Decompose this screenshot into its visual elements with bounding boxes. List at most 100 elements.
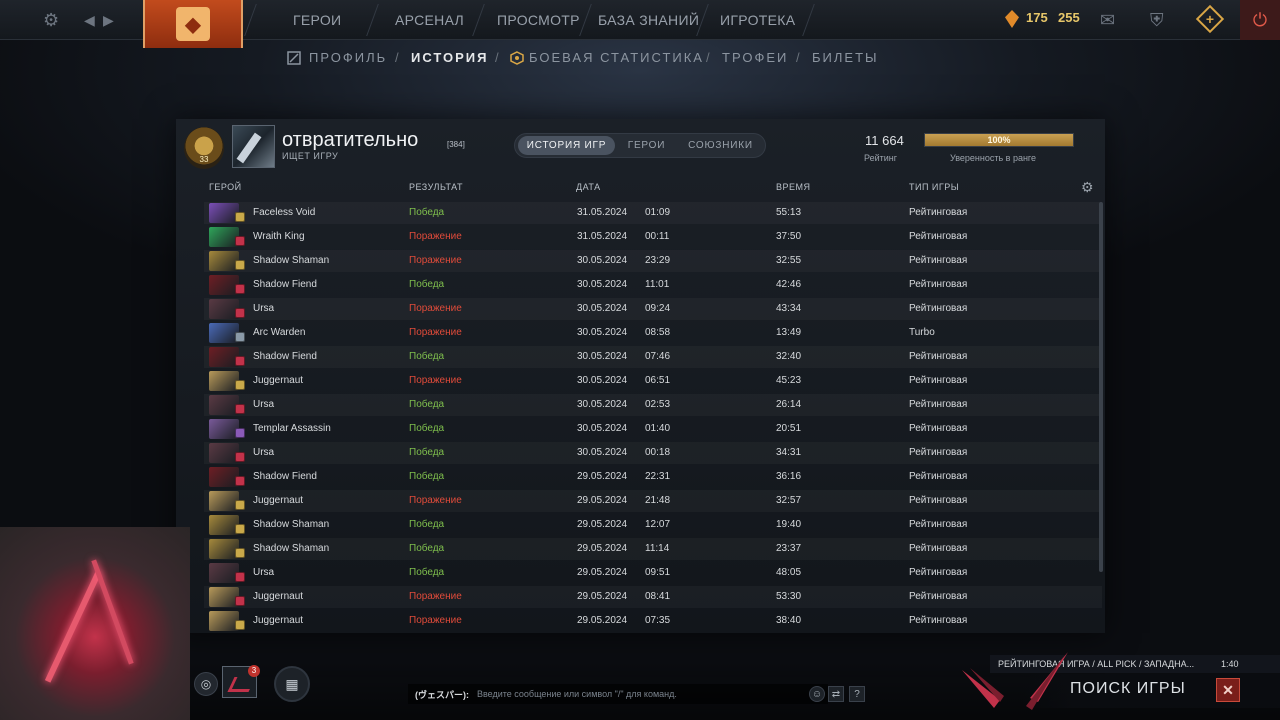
match-row[interactable]: Wraith King Поражение 31.05.2024 00:11 37:50… [204,226,1102,248]
match-start-time: 08:58 [645,327,671,338]
match-game-type: Рейтинговая [909,351,968,362]
match-duration: 53:30 [776,591,802,602]
match-result: Поражение [409,375,462,386]
table-settings-gear-icon[interactable]: ⚙ [1081,179,1094,196]
subnav-tickets[interactable]: БИЛЕТЫ [812,50,879,65]
hero-name: Wraith King [253,231,305,242]
match-row[interactable]: Shadow Shaman Победа 29.05.2024 12:07 19:40 Р… [204,514,1102,536]
power-icon: ⏻ [1252,10,1268,30]
headset-icon[interactable]: ◎ [194,672,218,696]
mail-icon[interactable]: ✉ [1100,10,1115,30]
match-duration: 55:13 [776,207,802,218]
match-duration: 45:23 [776,375,802,386]
match-start-time: 22:31 [645,471,671,482]
player-avatar[interactable] [232,125,275,168]
nav-watch[interactable]: ПРОСМОТР [497,0,580,40]
nav-heroes[interactable]: ГЕРОИ [293,0,341,40]
dota-plus-button[interactable]: + [1195,4,1225,34]
match-duration: 26:14 [776,399,802,410]
match-row[interactable]: Ursa Победа 29.05.2024 09:51 48:05 Рейтингова… [204,562,1102,584]
hero-name: Ursa [253,399,275,410]
match-row[interactable]: Ursa Поражение 30.05.2024 09:24 43:34 Рейтинг… [204,298,1102,320]
chat-channel-name[interactable]: (ヴェスパー): [415,688,469,701]
column-header-hero[interactable]: ГЕРОЙ [209,182,242,192]
match-duration: 20:51 [776,423,802,434]
subnav-history[interactable]: ИСТОРИЯ [411,50,489,65]
nav-learn[interactable]: БАЗА ЗНАНИЙ [598,0,699,40]
match-row[interactable]: Ursa Победа 30.05.2024 00:18 34:31 Рейтингова… [204,442,1102,464]
hero-name: Juggernaut [253,615,304,626]
match-row[interactable]: Shadow Fiend Победа 30.05.2024 11:01 42:46 Ре… [204,274,1102,296]
match-row[interactable]: Juggernaut Поражение 29.05.2024 21:48 32:57 Р… [204,490,1102,512]
tab-allies[interactable]: СОЮЗНИКИ [678,136,763,155]
match-start-time: 12:07 [645,519,671,530]
match-date: 29.05.2024 [577,471,628,482]
rank-confidence-label: Уверенность в ранге [950,153,1037,163]
match-row[interactable]: Shadow Fiend Победа 30.05.2024 07:46 32:40 Ре… [204,346,1102,368]
match-result: Победа [409,351,445,362]
column-header-date[interactable]: ДАТА [576,182,601,192]
subnav-trophies[interactable]: ТРОФЕИ [722,50,788,65]
match-game-type: Рейтинговая [909,519,968,530]
notification-badge: 3 [248,665,260,677]
match-row[interactable]: Juggernaut Поражение 29.05.2024 07:35 38:40 Р… [204,610,1102,632]
nav-arcade[interactable]: ИГРОТЕКА [720,0,795,40]
rank-medal-icon: 33 [184,127,224,169]
match-row[interactable]: Ursa Победа 30.05.2024 02:53 26:14 Рейтингова… [204,394,1102,416]
match-row[interactable]: Juggernaut Поражение 30.05.2024 06:51 45:23 Р… [204,370,1102,392]
match-row[interactable]: Templar Assassin Победа 30.05.2024 01:40 20:… [204,418,1102,440]
hero-facet-icon [235,596,245,606]
hero-facet-icon [235,404,245,414]
hero-name: Arc Warden [253,327,306,338]
chat-wheel-icon[interactable]: ⇄ [828,686,844,702]
nav-armory[interactable]: АРСЕНАЛ [395,0,464,40]
nav-divider [802,4,815,36]
chat-input[interactable] [477,686,797,702]
match-start-time: 07:46 [645,351,671,362]
match-duration: 48:05 [776,567,802,578]
match-row[interactable]: Arc Warden Поражение 30.05.2024 08:58 13:49 T… [204,322,1102,344]
battle-stats-icon [510,51,524,65]
match-date: 30.05.2024 [577,303,628,314]
top-bar: ⚙ ◀ ▶ ◆ ГЕРОИ АРСЕНАЛ ПРОСМОТР БАЗА ЗНАН… [0,0,1280,48]
match-start-time: 09:51 [645,567,671,578]
match-duration: 42:46 [776,279,802,290]
dota-logo-button[interactable]: ◆ [143,0,243,48]
match-result: Победа [409,519,445,530]
column-header-result[interactable]: РЕЗУЛЬТАТ [409,182,463,192]
armory-shield-icon[interactable]: ⛨ [1150,10,1164,30]
match-result: Победа [409,279,445,290]
subnav-battle-stats[interactable]: БОЕВАЯ СТАТИСТИКА [529,50,704,65]
subnav-profile[interactable]: ПРОФИЛЬ [309,50,387,65]
match-game-type: Рейтинговая [909,399,968,410]
back-arrow-icon[interactable]: ◀ [84,10,95,30]
match-result: Поражение [409,231,462,242]
party-button[interactable]: ▦ [274,666,310,702]
cancel-search-button[interactable]: ✕ [1216,678,1240,702]
tab-match-history[interactable]: ИСТОРИЯ ИГР [518,136,615,155]
match-result: Победа [409,543,445,554]
match-row[interactable]: Shadow Fiend Победа 29.05.2024 22:31 36:16 Ре… [204,466,1102,488]
power-button[interactable]: ⏻ [1240,0,1280,40]
forward-arrow-icon[interactable]: ▶ [103,10,114,30]
queue-spinner-icon [962,652,1068,710]
settings-gear-icon[interactable]: ⚙ [43,10,59,30]
help-button[interactable]: ? [849,686,865,702]
match-duration: 37:50 [776,231,802,242]
column-header-game-type[interactable]: ТИП ИГРЫ [909,182,959,192]
history-tabs: ИСТОРИЯ ИГР ГЕРОИ СОЮЗНИКИ [514,133,766,158]
match-row[interactable]: Faceless Void Победа 31.05.2024 01:09 55:13 Р… [204,202,1102,224]
match-start-time: 00:11 [645,231,670,242]
match-row[interactable]: Juggernaut Поражение 29.05.2024 08:41 53:30 Р… [204,586,1102,608]
column-header-duration[interactable]: ВРЕМЯ [776,182,811,192]
emoji-icon[interactable]: ☺ [809,686,825,702]
tab-heroes[interactable]: ГЕРОИ [619,136,674,155]
rating-value: 11 664 [865,133,904,148]
hero-name: Shadow Shaman [253,543,330,554]
match-row[interactable]: Shadow Shaman Победа 29.05.2024 11:14 23:37 Р… [204,538,1102,560]
match-date: 30.05.2024 [577,351,628,362]
match-list-scrollbar[interactable] [1099,202,1103,572]
player-level: [384] [447,140,465,149]
hero-showcase-image [0,527,190,720]
match-row[interactable]: Shadow Shaman Поражение 30.05.2024 23:29 32:… [204,250,1102,272]
